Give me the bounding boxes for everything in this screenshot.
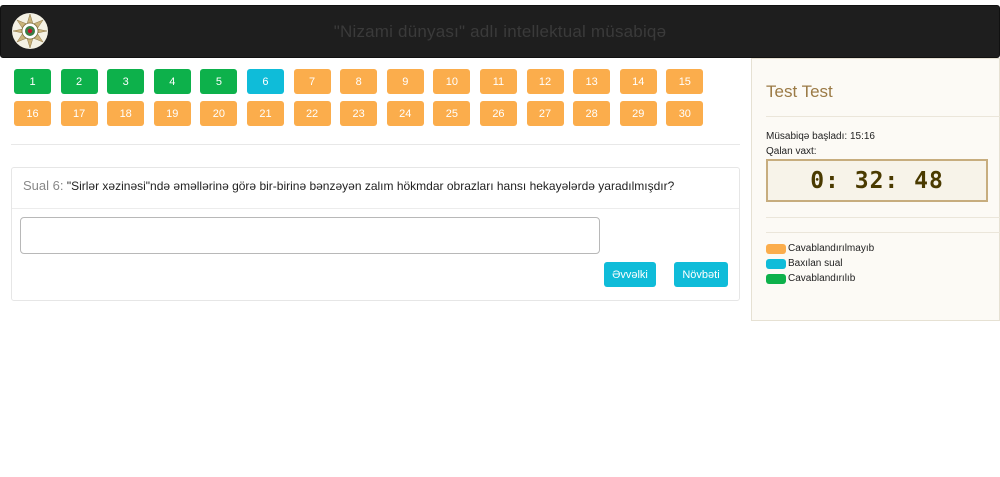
question-button-22[interactable]: 22 <box>293 101 331 126</box>
previous-button[interactable]: Əvvəlki <box>604 262 656 287</box>
question-panel: Sual 6: "Sirlər xəzinəsi"ndə əməllərinə … <box>11 167 740 301</box>
sidebar-divider <box>766 116 1000 117</box>
question-button-29[interactable]: 29 <box>619 101 657 126</box>
question-button-9[interactable]: 9 <box>386 69 424 94</box>
question-button-14[interactable]: 14 <box>619 69 657 94</box>
question-button-30[interactable]: 30 <box>666 101 704 126</box>
question-button-25[interactable]: 25 <box>433 101 471 126</box>
question-button-26[interactable]: 26 <box>479 101 517 126</box>
legend-swatch <box>766 273 786 284</box>
legend-label: Baxılan sual <box>788 258 843 269</box>
question-text: "Sirlər xəzinəsi"ndə əməllərinə görə bir… <box>66 179 675 193</box>
sidebar-divider <box>766 217 1000 218</box>
divider <box>11 144 740 145</box>
sidebar-divider <box>766 232 1000 233</box>
question-button-6[interactable]: 6 <box>246 69 284 94</box>
question-row-2: 16 17 18 19 20 21 22 23 24 25 26 27 28 29 30 <box>14 101 714 126</box>
sidebar-panel: Test Test Müsabiqə başladı: 15:16 Qalan … <box>751 58 1000 321</box>
legend-swatch <box>766 243 786 254</box>
question-button-13[interactable]: 13 <box>573 69 611 94</box>
question-button-10[interactable]: 10 <box>433 69 471 94</box>
question-button-7[interactable]: 7 <box>293 69 331 94</box>
question-button-1[interactable]: 1 <box>14 69 51 94</box>
question-button-27[interactable]: 27 <box>526 101 564 126</box>
answer-input[interactable] <box>20 217 600 254</box>
page-title: "Nizami dünyası" adlı intellektual müsab… <box>333 22 667 41</box>
top-navbar: "Nizami dünyası" adlı intellektual müsab… <box>0 5 1000 58</box>
question-button-8[interactable]: 8 <box>340 69 378 94</box>
legend-item: Baxılan sual <box>766 256 874 271</box>
question-button-24[interactable]: 24 <box>386 101 424 126</box>
countdown-timer: 0: 32: 48 <box>766 159 988 202</box>
question-button-17[interactable]: 17 <box>60 101 98 126</box>
legend-label: Cavablandırılıb <box>788 273 856 284</box>
question-button-21[interactable]: 21 <box>246 101 284 126</box>
question-number: Sual 6: <box>23 178 64 193</box>
question-button-11[interactable]: 11 <box>479 69 517 94</box>
question-grid: 1 2 3 4 5 6 7 8 9 10 11 12 13 14 15 16 17 18 19 20 21 22 23 24… <box>14 69 714 133</box>
question-button-4[interactable]: 4 <box>153 69 191 94</box>
question-button-16[interactable]: 16 <box>14 101 51 126</box>
user-name: Test Test <box>766 82 833 101</box>
legend-item: Cavablandırılıb <box>766 271 874 286</box>
status-legend: Cavablandırılmayıb Baxılan sual Cavablandı… <box>766 241 874 286</box>
question-button-2[interactable]: 2 <box>60 69 98 94</box>
legend-item: Cavablandırılmayıb <box>766 241 874 256</box>
question-header: Sual 6: "Sirlər xəzinəsi"ndə əməllərinə … <box>12 168 739 209</box>
legend-label: Cavablandırılmayıb <box>788 243 875 254</box>
question-button-28[interactable]: 28 <box>573 101 611 126</box>
question-row-1: 1 2 3 4 5 6 7 8 9 10 11 12 13 14 15 <box>14 69 714 94</box>
question-button-12[interactable]: 12 <box>526 69 564 94</box>
question-button-15[interactable]: 15 <box>666 69 704 94</box>
question-button-18[interactable]: 18 <box>107 101 145 126</box>
remaining-time-label: Qalan vaxt: <box>766 146 817 157</box>
question-button-20[interactable]: 20 <box>200 101 238 126</box>
question-button-23[interactable]: 23 <box>340 101 378 126</box>
question-button-19[interactable]: 19 <box>153 101 191 126</box>
question-button-3[interactable]: 3 <box>107 69 145 94</box>
question-button-5[interactable]: 5 <box>200 69 238 94</box>
next-button[interactable]: Növbəti <box>674 262 728 287</box>
start-time: Müsabiqə başladı: 15:16 <box>766 131 875 142</box>
legend-swatch <box>766 258 786 269</box>
